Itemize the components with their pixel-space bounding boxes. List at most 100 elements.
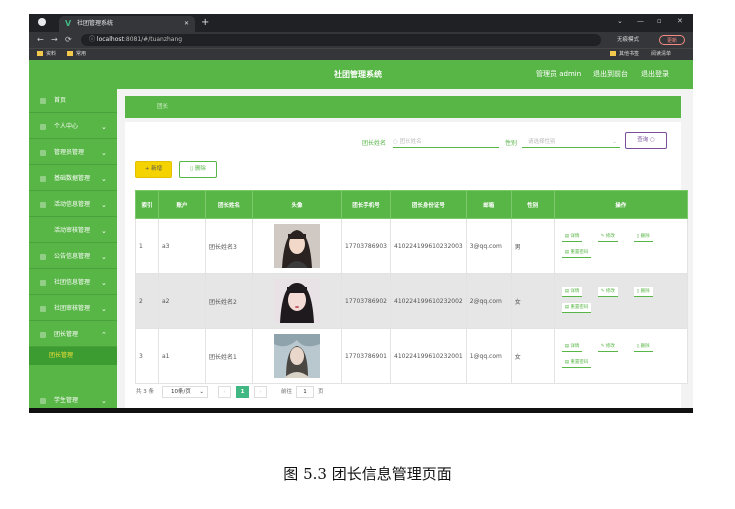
student-icon [40,398,46,404]
sidebar-item-home[interactable]: 首页 [29,89,117,113]
close-tab-icon[interactable]: ✕ [184,16,189,32]
reset-password-button[interactable]: ▤ 重置密码 [561,303,592,313]
avatar[interactable] [274,334,320,378]
page-size-select[interactable]: 10条/页 ⌄ [162,386,208,398]
incognito-label: 无痕模式 [617,37,640,43]
table-row: 2 a2 团长姓名2 17703786902 41022419961023200… [135,273,688,329]
sidebar-item-club-review[interactable]: 社团审核管理 ⌄ [29,297,117,321]
edit-button[interactable]: ✎ 修改 [597,287,618,297]
club-icon [40,280,46,286]
bookmark-folder-1[interactable]: 资料 [37,50,56,59]
bookmark-other[interactable]: 其他书签 [610,50,639,59]
logout-link[interactable]: 退出登录 [641,60,669,89]
table-row: 3 a1 团长姓名1 17703786901 41022419961023200… [135,328,688,384]
bookmark-folder-2[interactable]: 常用 [67,50,86,59]
sidebar-item-label: 团长管理 [54,331,79,338]
minimize-icon[interactable]: — [637,17,644,25]
gender-select[interactable]: 请选择性别 ⌄ [522,136,620,148]
reset-label: 重置密码 [570,360,589,365]
reload-icon[interactable]: ⟳ [65,34,72,46]
forward-icon[interactable]: → [51,34,58,46]
cell-avatar [252,218,342,274]
cell-account: a2 [158,273,206,329]
avatar[interactable] [274,224,320,268]
maximize-icon[interactable]: ▫ [657,17,662,25]
new-tab-icon[interactable]: + [201,15,209,31]
gender-label: 性别 [505,140,518,147]
bookmark-label: 其他书签 [619,51,640,57]
notice-icon [40,254,46,260]
query-button[interactable]: 查询 ○ [625,132,667,149]
col-name: 团长姓名 [205,190,253,219]
address-bar[interactable]: ⓘ localhost:8081/#/tuanzhang [81,34,601,46]
reset-password-button[interactable]: ▤ 重置密码 [561,358,592,368]
next-page-button[interactable]: › [254,386,267,398]
edit-label: 修改 [605,344,615,349]
home-icon [40,98,46,104]
app-title: 社团管理系统 [334,70,382,79]
delete-row-button[interactable]: ▯ 删除 [633,232,653,242]
folder-icon [610,51,616,56]
url-path: :8081/#/tuanzhang [123,36,183,43]
chevron-down-icon: ⌄ [199,389,204,395]
detail-button[interactable]: ▤ 详情 [561,342,583,352]
detail-button[interactable]: ▤ 详情 [561,232,583,242]
prev-page-button[interactable]: ‹ [218,386,231,398]
sidebar-item-label: 管理员管理 [54,149,85,156]
cell-account: a3 [158,218,206,274]
sidebar-item-clubs[interactable]: 社团信息管理 ⌄ [29,271,117,295]
sidebar-item-announcements[interactable]: 公告信息管理 ⌄ [29,245,117,269]
cell-gender: 男 [510,218,555,274]
delete-row-button[interactable]: ▯ 删除 [633,287,653,297]
activity-icon [40,202,46,208]
chevron-up-icon: ⌃ [101,331,107,339]
sidebar-item-base-data[interactable]: 基础数据管理 ⌄ [29,167,117,191]
leader-icon [40,332,46,338]
goto-page-input[interactable]: 1 [296,386,314,398]
database-icon [40,176,46,182]
sidebar-item-activities[interactable]: 活动信息管理 ⌄ [29,193,117,217]
page-size-value: 10条/页 [171,389,191,395]
app-header: 社团管理系统 管理员 admin 退出到前台 退出登录 [29,60,693,89]
cell-phone: 17703786903 [341,218,391,274]
col-account: 账户 [158,190,206,219]
tab-search-icon[interactable]: ⌄ [617,17,623,25]
sidebar-item-admins[interactable]: 管理员管理 ⌄ [29,141,117,165]
cell-email: 1@qq.com [465,328,512,384]
close-window-icon[interactable]: ✕ [677,17,683,25]
update-button[interactable]: 更新 [659,35,685,45]
sidebar-item-activity-review[interactable]: 活动审核管理 ⌄ [29,219,117,243]
sidebar: 首页 个人中心 ⌄ 管理员管理 ⌄ 基础数据管理 ⌄ 活动信息管理 ⌄ 活动审核管理 ⌄ … [29,89,117,412]
sidebar-item-leaders[interactable]: 团长管理 ⌃ [29,323,117,347]
col-actions: 操作 [553,190,688,219]
detail-button[interactable]: ▤ 详情 [561,287,583,297]
reading-list[interactable]: 阅读清单 [651,50,671,59]
delete-button[interactable]: ▯ 删除 [179,161,217,178]
chevron-down-icon: ⌄ [101,201,107,209]
delete-button-label: 删除 [194,166,206,172]
sidebar-item-label: 个人中心 [54,123,79,130]
col-index: 索引 [135,190,159,219]
info-icon: ⓘ [89,36,97,43]
select-placeholder: 请选择性别 [528,139,556,145]
delete-row-button[interactable]: ▯ 删除 [633,342,653,352]
sidebar-item-profile[interactable]: 个人中心 ⌄ [29,115,117,139]
browser-tab[interactable]: V 社团管理系统 ✕ [59,16,195,32]
edit-button[interactable]: ✎ 修改 [597,232,618,242]
detail-label: 详情 [570,234,580,239]
col-email: 邮箱 [465,190,512,219]
back-icon[interactable]: ← [37,34,44,46]
tab-bar: V 社团管理系统 ✕ + ⌄ — ▫ ✕ [29,14,693,32]
cell-phone: 17703786902 [341,273,391,329]
edit-label: 修改 [605,234,615,239]
row-actions: ▤ 详情 ✎ 修改 ▯ 删除 ▤ 重置密码 [558,226,684,266]
avatar[interactable] [274,279,320,323]
page-number-current[interactable]: 1 [236,386,249,398]
back-to-front-link[interactable]: 退出到前台 [593,60,628,89]
add-button[interactable]: + 新增 [135,161,172,178]
sidebar-item-label: 社团信息管理 [54,279,91,286]
edit-button[interactable]: ✎ 修改 [597,342,618,352]
sidebar-subitem-leader-management[interactable]: 团长管理 [29,347,117,365]
reset-password-button[interactable]: ▤ 重置密码 [561,248,592,258]
leader-name-input[interactable]: ○ 团长姓名 [393,136,499,148]
